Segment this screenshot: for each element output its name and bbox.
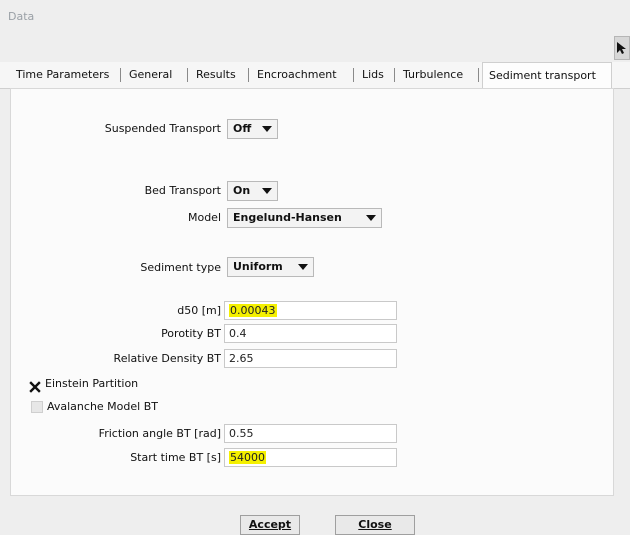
chevron-down-icon — [366, 215, 376, 221]
tab-bar: Time Parameters General Results Encroach… — [0, 62, 630, 89]
start-time-label: Start time BT [s] — [130, 451, 221, 464]
friction-angle-field[interactable]: 0.55 — [224, 424, 397, 443]
chevron-down-icon — [298, 264, 308, 270]
sediment-type-label: Sediment type — [140, 261, 221, 274]
einstein-partition-checkbox[interactable] — [29, 378, 41, 393]
tab-time-parameters[interactable]: Time Parameters — [10, 62, 115, 88]
friction-angle-value: 0.55 — [229, 427, 254, 440]
tab-turbulence[interactable]: Turbulence — [397, 62, 469, 88]
sediment-type-value: Uniform — [233, 260, 283, 273]
avalanche-model-checkbox[interactable] — [31, 401, 43, 413]
suspended-transport-value: Off — [233, 122, 252, 135]
einstein-partition-label: Einstein Partition — [45, 377, 139, 390]
friction-angle-label: Friction angle BT [rad] — [98, 427, 221, 440]
sediment-transport-panel: Suspended Transport Off Bed Transport On… — [10, 88, 614, 496]
accept-button[interactable]: Accept — [240, 515, 300, 535]
relative-density-value: 2.65 — [229, 352, 254, 365]
porosity-field[interactable]: 0.4 — [224, 324, 397, 343]
chevron-down-icon — [262, 188, 272, 194]
chevron-down-icon — [262, 126, 272, 132]
tab-encroachment[interactable]: Encroachment — [251, 62, 343, 88]
model-select[interactable]: Engelund-Hansen — [227, 208, 382, 228]
relative-density-field[interactable]: 2.65 — [224, 349, 397, 368]
tab-lids[interactable]: Lids — [356, 62, 390, 88]
start-time-value: 54000 — [229, 451, 266, 464]
tab-results[interactable]: Results — [190, 62, 242, 88]
sediment-type-select[interactable]: Uniform — [227, 257, 314, 277]
bed-transport-label: Bed Transport — [144, 184, 221, 197]
window-title: Data — [8, 10, 35, 23]
d50-field[interactable]: 0.00043 — [224, 301, 397, 320]
model-label: Model — [187, 211, 221, 224]
porosity-value: 0.4 — [229, 327, 247, 340]
model-value: Engelund-Hansen — [233, 211, 342, 224]
relative-density-label: Relative Density BT — [113, 352, 221, 365]
suspended-transport-select[interactable]: Off — [227, 119, 278, 139]
close-button[interactable]: Close — [335, 515, 415, 535]
porosity-label: Porotity BT — [161, 327, 221, 340]
cursor-icon — [617, 42, 626, 54]
tab-general[interactable]: General — [123, 62, 178, 88]
d50-label: d50 [m] — [177, 304, 221, 317]
start-time-field[interactable]: 54000 — [224, 448, 397, 467]
suspended-transport-label: Suspended Transport — [104, 122, 221, 135]
bed-transport-value: On — [233, 184, 251, 197]
d50-value: 0.00043 — [229, 304, 277, 317]
tab-sediment-transport[interactable]: Sediment transport — [482, 62, 612, 89]
cursor-button[interactable] — [614, 36, 630, 60]
bed-transport-select[interactable]: On — [227, 181, 278, 201]
avalanche-model-label: Avalanche Model BT — [47, 400, 158, 413]
x-mark-icon — [29, 381, 41, 393]
